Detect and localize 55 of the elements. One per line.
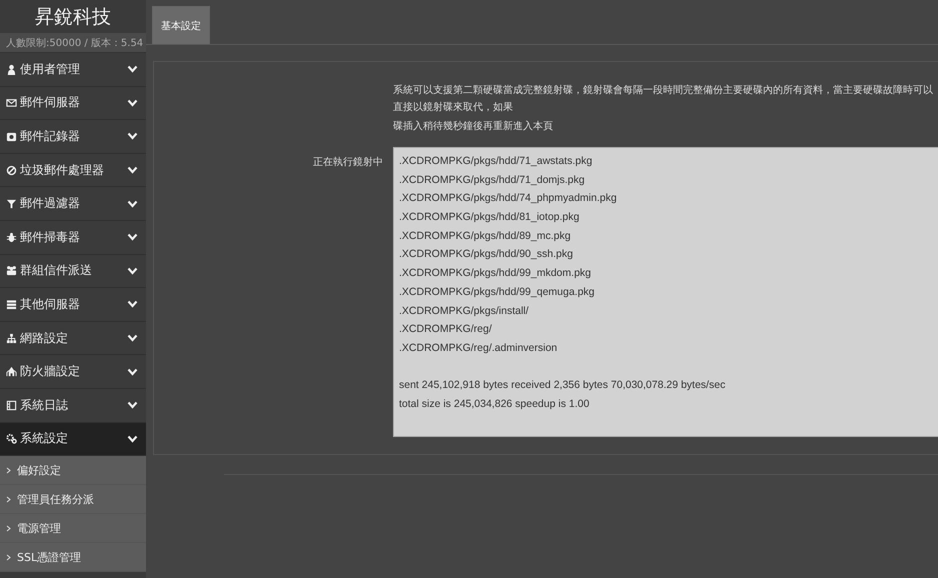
description-text: 碟插入稍待幾秒鐘後再重新進入本頁: [393, 120, 554, 134]
caret-icon: [6, 524, 11, 532]
chevron-icon: [127, 334, 138, 342]
brand-title: 昇銳科技: [35, 4, 111, 30]
sidebar-item[interactable]: 群組信件派送: [0, 254, 146, 288]
log-line: .XCDROMPKG/pkgs/hdd/81_iotop.pkg: [399, 210, 580, 226]
log-line: .XCDROMPKG/reg/: [399, 322, 493, 338]
chevron-icon: [127, 368, 138, 376]
tab[interactable]: 基本設定: [152, 6, 210, 44]
summary-line: total size is 245,034,826 speedup is 1.00: [399, 396, 590, 412]
caret-icon: [6, 496, 11, 503]
menu-icon: [6, 332, 17, 344]
sidebar-item[interactable]: 系統設定: [0, 422, 146, 456]
submenu-item[interactable]: 電源管理: [0, 514, 146, 544]
log-line: .XCDROMPKG/pkgs/hdd/99_qemuga.pkg: [399, 284, 596, 300]
menu-icon: [6, 400, 17, 411]
menu-icon: [6, 198, 17, 210]
chevron-icon: [127, 300, 138, 308]
log-line: .XCDROMPKG/pkgs/hdd/71_awstats.pkg: [399, 154, 594, 169]
log-line: .XCDROMPKG/reg/.adminversion: [399, 340, 558, 356]
menu-icon: [6, 366, 17, 378]
log-line: .XCDROMPKG/pkgs/hdd/89_mc.pkg: [399, 228, 572, 244]
chevron-icon: [127, 266, 138, 275]
chevron-icon: [127, 200, 138, 208]
menu-icon: [6, 298, 17, 310]
menu-icon: [6, 97, 17, 108]
log-line: .XCDROMPKG/pkgs/hdd/90_ssh.pkg: [399, 247, 574, 262]
menu-icon: [6, 265, 17, 276]
submenu-item[interactable]: SSL憑證管理: [0, 543, 146, 572]
caret-icon: [6, 466, 11, 474]
chevron-icon: [127, 132, 138, 140]
log-line: .XCDROMPKG/pkgs/hdd/99_mkdom.pkg: [399, 266, 592, 282]
chevron-icon: [127, 65, 138, 74]
caret-icon: [6, 554, 11, 561]
log-line: .XCDROMPKG/pkgs/install/: [399, 304, 530, 318]
description-text: 系統可以支援第二顆硬碟當成完整鏡射碟，鏡射碟會每隔一段時間完整備份主要硬碟內的所有資料，當主要硬碟故障時可以直接以鏡射碟來取代，如果: [393, 84, 934, 115]
chevron-icon: [127, 434, 138, 443]
menu-icon: [6, 164, 17, 176]
summary-line: sent 245,102,918 bytes received 2,356 bytes 70,030,078.29 bytes/sec: [399, 378, 726, 394]
sidebar-item[interactable]: 郵件伺服器: [0, 86, 146, 120]
log-line: .XCDROMPKG/pkgs/hdd/74_phpmyadmin.pkg: [399, 191, 618, 206]
menu-icon: [6, 64, 17, 75]
chevron-icon: [127, 401, 138, 410]
log-line: .XCDROMPKG/pkgs/hdd/71_domjs.pkg: [399, 172, 586, 188]
chevron-icon: [127, 166, 138, 174]
menu-icon: [6, 433, 17, 444]
chevron-icon: [127, 98, 138, 107]
version-info: 人數限制:50000 / 版本：5.54: [6, 36, 144, 50]
field-label: 正在執行鏡射中: [313, 157, 383, 168]
log-textarea[interactable]: [393, 147, 938, 437]
submenu-item[interactable]: 偏好設定: [0, 456, 146, 486]
chevron-icon: [127, 233, 138, 242]
submenu-item[interactable]: 管理員任務分派: [0, 485, 146, 514]
menu-icon: [6, 232, 17, 243]
menu-icon: [6, 130, 17, 142]
